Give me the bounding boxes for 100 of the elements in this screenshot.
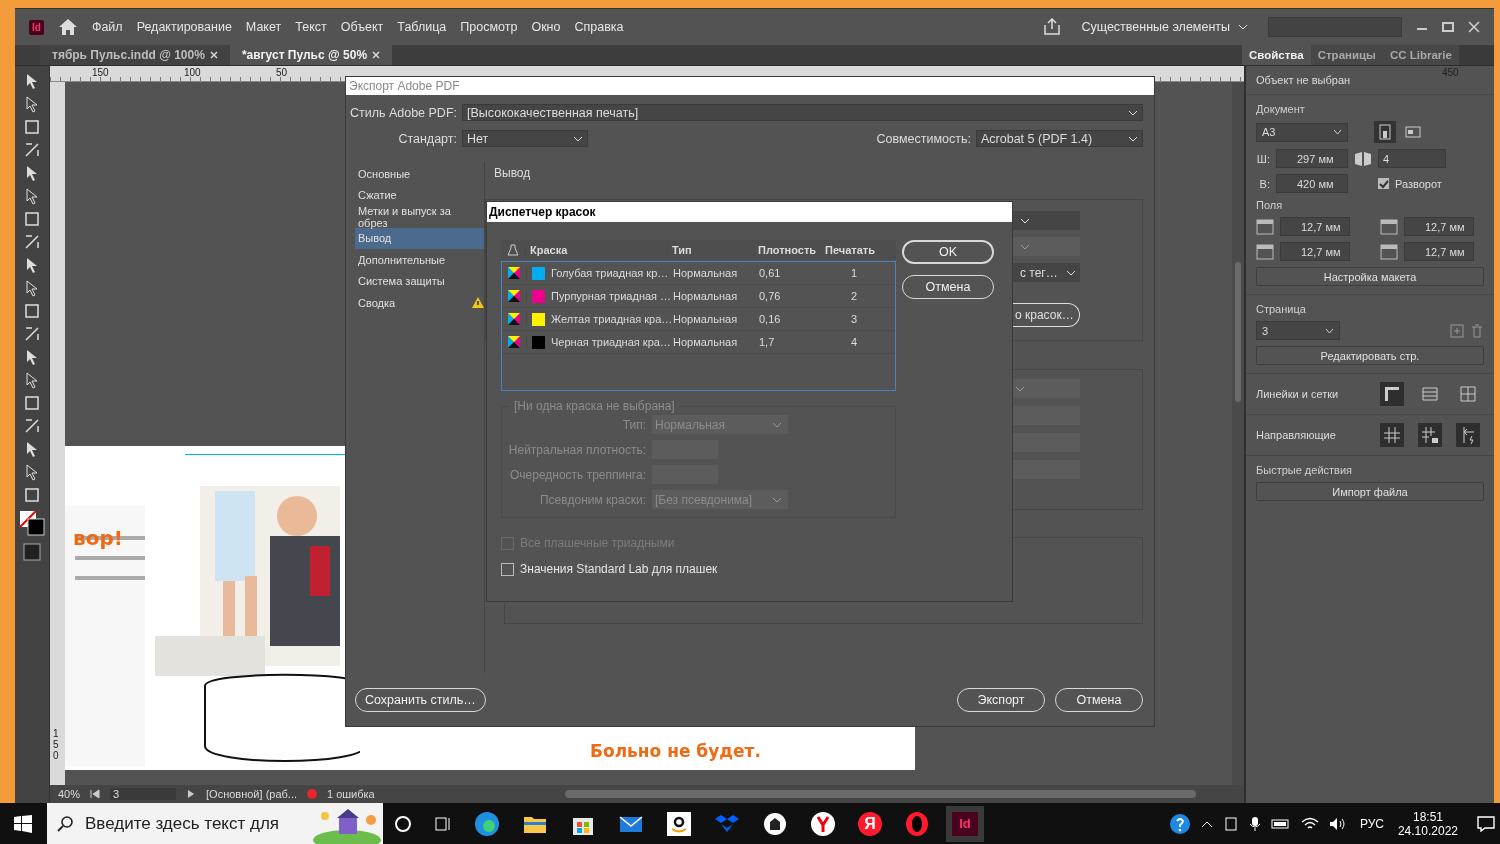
layout-settings-button[interactable]: Настройка макета bbox=[1256, 267, 1484, 286]
width-field[interactable]: 297 мм bbox=[1276, 149, 1348, 168]
guides-icon[interactable] bbox=[1380, 423, 1404, 447]
pages-icon bbox=[1354, 150, 1372, 167]
section-item[interactable]: Вывод bbox=[355, 227, 484, 249]
height-field[interactable]: 420 мм bbox=[1276, 174, 1348, 193]
section-item[interactable]: Основные bbox=[355, 163, 484, 185]
section-heading: Линейки и сетки bbox=[1256, 388, 1339, 400]
taskbar-search-field[interactable]: Введите здесь текст для bbox=[47, 803, 383, 844]
document-tab[interactable]: *август Пульс @ 50% bbox=[229, 45, 393, 65]
ink-type-icon bbox=[507, 243, 519, 257]
battery-icon[interactable] bbox=[1270, 817, 1291, 830]
style-menu[interactable]: [Основной] (раб... bbox=[206, 788, 297, 800]
import-file-button[interactable]: Импорт файла bbox=[1256, 482, 1484, 501]
ruler-icon[interactable] bbox=[1380, 382, 1404, 406]
cortana-icon[interactable] bbox=[394, 814, 412, 833]
selection-status: Объект не выбран bbox=[1256, 74, 1352, 86]
wifi-icon[interactable] bbox=[1300, 816, 1319, 831]
menu-item[interactable]: Таблица bbox=[397, 20, 447, 34]
notifications-icon[interactable] bbox=[1477, 815, 1495, 832]
preflight-status[interactable]: 1 ошибка bbox=[327, 788, 375, 800]
process-ink-icon bbox=[508, 290, 520, 302]
menu-item[interactable]: Редактирование bbox=[136, 20, 232, 34]
ok-button[interactable]: OK bbox=[902, 240, 994, 264]
yandex-icon[interactable]: Я bbox=[858, 811, 882, 836]
menu-item[interactable]: Текст bbox=[295, 20, 327, 34]
menu-item[interactable]: Окно bbox=[531, 20, 561, 34]
field-label: Нейтральная плотность: bbox=[507, 442, 646, 457]
ink-type: Нормальная bbox=[673, 267, 739, 279]
close-icon[interactable] bbox=[1468, 21, 1480, 33]
edit-page-button[interactable]: Редактировать стр. bbox=[1256, 346, 1484, 365]
pages-field[interactable]: 4 bbox=[1378, 149, 1446, 168]
menu-item[interactable]: Макет bbox=[245, 20, 282, 34]
panel-tab[interactable]: CC Librarie bbox=[1382, 45, 1459, 65]
section-item[interactable]: Сжатие bbox=[355, 184, 484, 206]
column-header[interactable]: Краска bbox=[526, 244, 667, 256]
help-icon[interactable] bbox=[1168, 812, 1191, 835]
smart-guides-icon[interactable] bbox=[1456, 423, 1480, 447]
windows-logo-icon[interactable] bbox=[14, 814, 32, 833]
margin-field[interactable]: 12,7 мм bbox=[1404, 217, 1474, 236]
browser-icon[interactable] bbox=[810, 810, 836, 837]
margin-icon bbox=[1256, 243, 1274, 260]
microphone-icon[interactable] bbox=[1248, 815, 1261, 832]
compatibility-select[interactable]: Acrobat 5 (PDF 1.4) bbox=[976, 130, 1143, 147]
checkbox[interactable] bbox=[501, 562, 514, 576]
menu-item[interactable]: Просмотр bbox=[460, 20, 518, 34]
column-header[interactable]: Тип bbox=[667, 244, 753, 256]
close-icon[interactable] bbox=[209, 51, 218, 59]
section-item[interactable]: Система защиты bbox=[355, 270, 484, 292]
menu-item[interactable]: Объект bbox=[340, 20, 384, 34]
fill-stroke-icon[interactable] bbox=[18, 509, 46, 537]
portrait-icon[interactable] bbox=[1374, 121, 1396, 143]
scroll-bar[interactable] bbox=[564, 790, 1196, 798]
margin-field[interactable]: 12,7 мм bbox=[1404, 242, 1474, 261]
maximize-icon[interactable] bbox=[1442, 21, 1454, 33]
ink-density: 0,76 bbox=[759, 290, 782, 302]
menu-item[interactable]: Справка bbox=[574, 20, 624, 34]
checkbox-label: Значения Standard Lab для плашек bbox=[520, 562, 718, 576]
document-tab[interactable]: тябрь Пульс.indd @ 100% bbox=[40, 45, 230, 65]
page-size-select[interactable]: A3 bbox=[1256, 122, 1348, 142]
page-field[interactable]: 3 bbox=[110, 788, 177, 800]
standard-select[interactable]: Нет bbox=[462, 130, 588, 147]
column-header[interactable]: Печатать bbox=[818, 244, 878, 256]
device-icon[interactable] bbox=[1222, 815, 1239, 832]
close-icon[interactable] bbox=[372, 51, 381, 59]
page-select[interactable]: 3 bbox=[1256, 321, 1340, 340]
ink-name: Голубая триадная кр… bbox=[551, 267, 669, 279]
field-label: Стандарт: bbox=[397, 131, 458, 146]
browser-icon[interactable] bbox=[474, 810, 500, 837]
zoom-level[interactable]: 40% bbox=[58, 788, 81, 800]
lock-guides-icon[interactable] bbox=[1418, 423, 1442, 447]
section-item[interactable]: Метки и выпуск за обрез bbox=[355, 206, 484, 228]
print-order: 4 bbox=[849, 336, 859, 348]
scroll-thumb[interactable] bbox=[1235, 262, 1241, 402]
shopping-icon[interactable] bbox=[666, 810, 692, 837]
speaker-icon[interactable] bbox=[1328, 816, 1347, 831]
checkbox[interactable] bbox=[1378, 178, 1389, 189]
first-page-icon[interactable] bbox=[90, 789, 101, 799]
panel-tab[interactable]: Страницы bbox=[1310, 45, 1383, 65]
rectangle-icon[interactable] bbox=[23, 302, 41, 320]
workspace-switcher[interactable]: Существенные элементы bbox=[1075, 19, 1254, 35]
panel-tab[interactable]: Свойства bbox=[1242, 45, 1311, 65]
column-header[interactable]: Плотность bbox=[753, 244, 818, 256]
share-icon[interactable] bbox=[1043, 18, 1062, 36]
margin-field[interactable]: 12,7 мм bbox=[1280, 217, 1350, 236]
section-item[interactable]: Сводка bbox=[355, 292, 484, 314]
style-select[interactable]: [Высококачественная печать] bbox=[462, 104, 1143, 121]
search-field[interactable] bbox=[1268, 17, 1402, 37]
margin-field[interactable]: 12,7 мм bbox=[1280, 242, 1350, 261]
dropdown[interactable]: с тег… bbox=[1013, 263, 1080, 282]
preview-mode-icon[interactable] bbox=[22, 542, 42, 562]
menu-item[interactable]: Файл bbox=[91, 20, 123, 34]
field-label: Стиль Adobe PDF: bbox=[348, 105, 458, 120]
task-view-icon[interactable] bbox=[434, 814, 452, 833]
section-item[interactable]: Дополнительные bbox=[355, 249, 484, 271]
caret-icon[interactable] bbox=[1200, 819, 1213, 828]
home-icon[interactable] bbox=[57, 18, 78, 36]
dialog-title: Диспетчер красок bbox=[487, 202, 1012, 222]
language-indicator[interactable]: РУС bbox=[1359, 816, 1384, 831]
process-ink-icon bbox=[508, 313, 520, 325]
